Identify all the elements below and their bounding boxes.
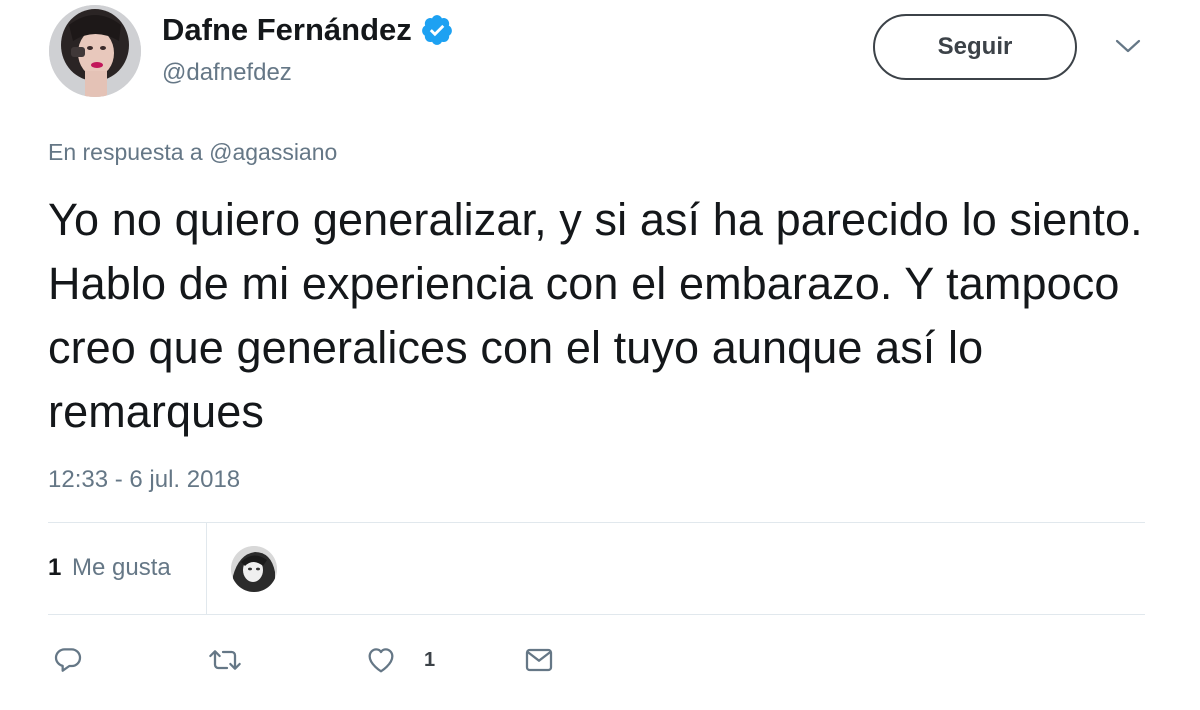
retweet-button[interactable] [207,644,243,676]
retweet-icon [209,650,241,670]
tweet-card: Dafne Fernández @dafnefdez Seguir En res… [0,0,1200,710]
tweet-timestamp[interactable]: 12:33 - 6 jul. 2018 [48,466,240,494]
stats-divider-top [48,522,1145,523]
reply-icon [54,648,82,672]
envelope-icon [525,648,553,672]
likes-stat-count: 1 [48,554,62,581]
author-name-text[interactable]: Dafne Fernández [162,12,412,48]
like-action-count: 1 [424,648,436,671]
likes-stat-label: Me gusta [72,554,171,581]
chevron-down-icon[interactable] [1114,36,1142,56]
tweet-text: Yo no quiero generalizar, y si así ha pa… [48,194,1143,437]
stats-vertical-divider [206,522,207,614]
reply-button[interactable] [52,644,84,676]
verified-badge-icon [420,13,454,47]
actions-divider [48,614,1145,615]
author-handle[interactable]: @dafnefdez [162,59,292,87]
author-avatar[interactable] [49,5,141,97]
author-display-name[interactable]: Dafne Fernández [162,12,454,48]
heart-icon [368,648,394,673]
reply-context[interactable]: En respuesta a @agassiano [48,139,337,166]
direct-message-button[interactable] [523,644,555,676]
follow-button[interactable]: Seguir [873,14,1077,80]
liker-avatar[interactable] [231,546,277,592]
like-button[interactable]: 1 [364,644,435,676]
likes-stat[interactable]: 1 Me gusta [48,554,171,582]
